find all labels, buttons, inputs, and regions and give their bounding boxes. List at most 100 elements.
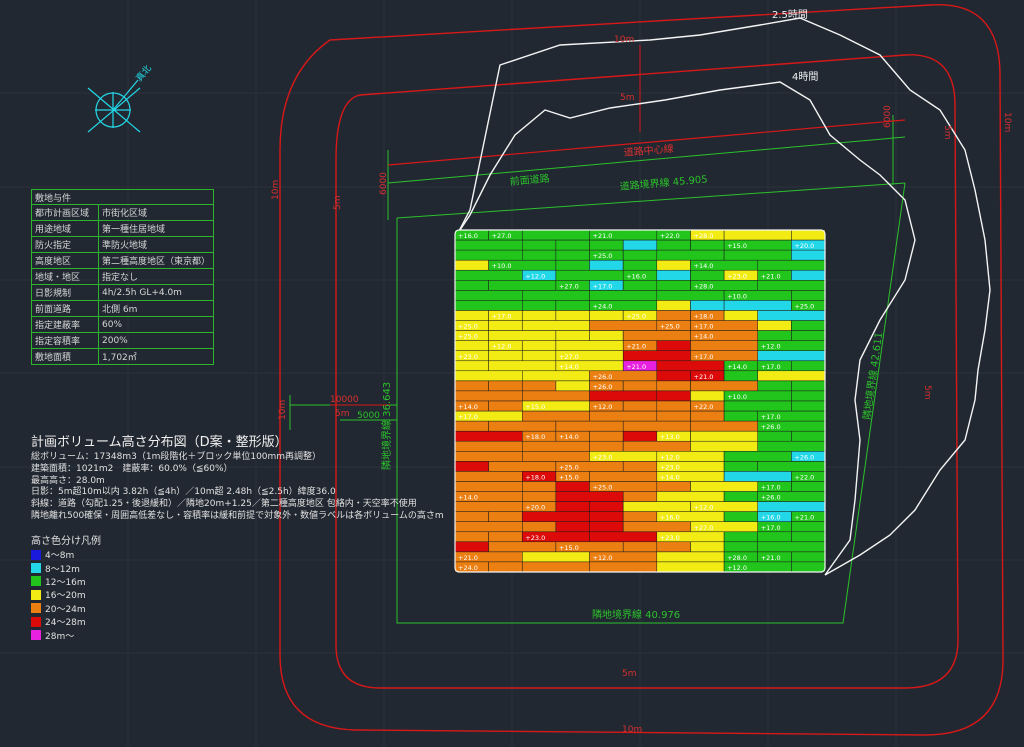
dim-6000-right: 6000	[883, 105, 893, 128]
site-table-row: 日影規制 4h/2.5h GL+4.0m	[31, 284, 215, 301]
legend-item: 12～16m	[31, 575, 101, 588]
volume-block	[589, 440, 624, 452]
volume-block	[791, 551, 826, 563]
volume-block	[622, 420, 691, 432]
volume-block	[454, 451, 523, 462]
volume-block	[791, 229, 826, 241]
volume-height-label: +28.0	[694, 282, 714, 290]
volume-block	[622, 461, 658, 472]
volume-block	[522, 521, 557, 533]
volume-height-label: +21.0	[761, 554, 781, 562]
volume-block	[454, 481, 523, 492]
volume-height-label: +26.0	[794, 453, 814, 461]
site-table-row: 都市計画区域 市街化区域	[31, 204, 215, 221]
site-table-row: 指定建蔽率 60%	[31, 316, 215, 333]
volume-height-label: +10.0	[492, 262, 512, 270]
volume-block	[656, 290, 725, 301]
site-table-label: 地域・地区	[31, 268, 99, 285]
volume-block	[454, 300, 523, 311]
dim-5m-mid-right: 5m	[922, 385, 932, 400]
volume-height-label: +12.0	[761, 343, 781, 351]
volume-block	[656, 300, 691, 311]
volume-notes: 計画ボリューム高さ分布図（D案・整形版） 総ボリューム：17348m3（1m段階…	[31, 434, 444, 523]
volume-height-label: +17.0	[761, 413, 781, 421]
volume-height-label: +16.0	[761, 514, 781, 522]
site-table-value: 市街化区域	[97, 204, 215, 221]
volume-block	[723, 451, 792, 462]
note-line: 隣地離れ500確保・周囲高低差なし・容積率は緩和前提で対象外・数値ラベルは各ボリ…	[31, 510, 444, 521]
volume-block	[454, 380, 489, 392]
volume-height-label: +25.0	[559, 463, 579, 471]
legend-swatch	[31, 563, 41, 574]
volume-block	[757, 310, 826, 321]
legend-swatch	[31, 589, 41, 600]
volume-block	[454, 440, 523, 452]
volume-block	[622, 491, 658, 502]
volume-block	[791, 269, 826, 281]
neighbor-boundary-right-label: 隣地境界線 42.611	[860, 331, 885, 420]
volume-block	[522, 481, 557, 492]
site-table-label: 高度地区	[31, 252, 99, 269]
volume-block	[488, 561, 523, 573]
site-table-row: 高度地区 第二種高度地区（東京都）	[31, 252, 215, 269]
volume-block	[757, 350, 826, 362]
site-plan-drawing: +16.0 +27.0 +21.0 +22.0 +28.0 +15.0 +20.0 +25.0…	[0, 0, 1024, 747]
site-table-row: 地域・地区 指定なし	[31, 268, 215, 285]
volume-block	[522, 511, 590, 522]
volume-block	[522, 451, 590, 462]
site-table-row: 前面道路 北側 6m	[31, 300, 215, 317]
north-arrow	[87, 79, 141, 133]
volume-block	[622, 430, 658, 442]
volume-block	[522, 239, 557, 251]
volume-block	[690, 269, 725, 281]
volume-block	[555, 239, 590, 251]
plan-title: 計画ボリューム高さ分布図（D案・整形版）	[31, 435, 288, 450]
volume-block	[555, 310, 590, 321]
volume-block	[690, 380, 759, 392]
volume-height-label: +14.0	[660, 474, 680, 482]
road-boundary-label: 道路境界線 45.905	[619, 172, 708, 193]
volume-height-label: +26.0	[593, 373, 613, 381]
volume-block	[555, 269, 624, 281]
volume-block	[723, 511, 758, 522]
volume-block	[690, 430, 759, 442]
volume-block	[454, 269, 523, 281]
dim-10m-right: 10m	[1002, 112, 1012, 132]
volume-block	[555, 340, 624, 351]
volume-block	[488, 541, 557, 553]
volume-height-label: +21.0	[626, 343, 646, 351]
volume-block	[522, 491, 557, 502]
volume-block	[723, 310, 758, 321]
road-centerline	[387, 119, 906, 166]
note-line: 建築面積：1021m2 建蔽率：60.0%（≦60%）	[31, 463, 233, 474]
volume-height-label: +17.0	[458, 413, 478, 421]
volume-block	[757, 501, 826, 512]
site-table-label: 敷地面積	[31, 348, 99, 365]
volume-height-label: +26.0	[593, 383, 613, 391]
legend-label: 20～24m	[45, 604, 86, 615]
volume-block	[488, 280, 557, 291]
dim-5m-top: 5m	[620, 93, 635, 103]
volume-block	[522, 249, 557, 261]
legend-label: 4～8m	[45, 551, 75, 562]
volume-height-label: +16.0	[660, 514, 680, 522]
volume-block	[589, 330, 624, 341]
volume-height-label: +21.0	[761, 272, 781, 280]
volume-block	[454, 430, 523, 442]
volume-block	[791, 249, 826, 261]
volume-block	[589, 310, 624, 321]
volume-height-label: +17.0	[761, 363, 781, 371]
volume-block	[622, 521, 691, 533]
legend-swatch	[31, 549, 41, 560]
volume-block	[690, 239, 725, 251]
volume-block	[656, 551, 725, 563]
volume-block	[757, 430, 792, 442]
volume-block	[656, 340, 691, 351]
volume-height-label: +23.0	[727, 272, 747, 280]
legend-label: 16～20m	[45, 591, 86, 602]
volume-block	[656, 481, 691, 492]
volume-block	[622, 501, 691, 512]
volume-block	[757, 280, 826, 291]
volume-block	[522, 440, 590, 452]
volume-block	[488, 360, 557, 372]
